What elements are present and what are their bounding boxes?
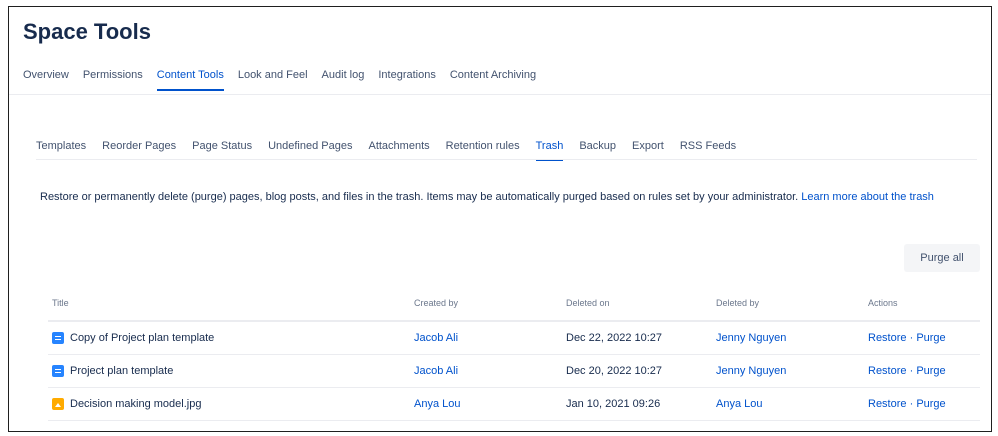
tab-permissions[interactable]: Permissions (83, 69, 143, 91)
subtab-reorder-pages[interactable]: Reorder Pages (102, 140, 176, 161)
learn-more-link[interactable]: Learn more about the trash (801, 191, 934, 203)
action-separator: · (906, 365, 917, 377)
trash-description: Restore or permanently delete (purge) pa… (40, 188, 940, 207)
tab-content-tools[interactable]: Content Tools (156, 69, 224, 91)
subtab-retention-rules[interactable]: Retention rules (446, 140, 520, 161)
header-title: Title (48, 292, 414, 322)
top-tab-divider (9, 94, 991, 95)
table-row: Decision making model.jpg Anya Lou Jan 1… (48, 387, 980, 421)
subtab-rss-feeds[interactable]: RSS Feeds (680, 140, 736, 161)
purge-link[interactable]: Purge (916, 398, 945, 410)
table-row: Project plan template Jacob Ali Dec 20, … (48, 354, 980, 388)
row-title: Project plan template (70, 365, 174, 377)
row-title: Copy of Project plan template (70, 332, 215, 344)
header-actions: Actions (868, 292, 980, 322)
deleted-on-value: Dec 22, 2022 10:27 (566, 321, 716, 355)
subtab-export[interactable]: Export (632, 140, 664, 161)
header-deleted-on: Deleted on (566, 292, 716, 322)
subtab-backup[interactable]: Backup (579, 140, 616, 161)
tab-look-and-feel[interactable]: Look and Feel (238, 69, 308, 91)
deleted-by-link[interactable]: Jenny Nguyen (716, 365, 786, 377)
header-created-by: Created by (414, 292, 566, 322)
row-title: Decision making model.jpg (70, 398, 202, 410)
header-deleted-by: Deleted by (716, 292, 868, 322)
table-header-row: Title Created by Deleted on Deleted by A… (48, 292, 980, 322)
restore-link[interactable]: Restore (868, 365, 907, 377)
created-by-link[interactable]: Jacob Ali (414, 332, 458, 344)
tab-overview[interactable]: Overview (23, 69, 69, 91)
created-by-link[interactable]: Jacob Ali (414, 365, 458, 377)
action-separator: · (906, 398, 917, 410)
purge-link[interactable]: Purge (916, 365, 945, 377)
purge-all-button[interactable]: Purge all (904, 244, 980, 272)
page-icon (52, 332, 64, 344)
table-row: Copy of Project plan template Jacob Ali … (48, 321, 980, 355)
top-tab-bar: Overview Permissions Content Tools Look … (23, 69, 550, 91)
tab-audit-log[interactable]: Audit log (322, 69, 365, 91)
subtab-templates[interactable]: Templates (36, 140, 86, 161)
description-text: Restore or permanently delete (purge) pa… (40, 191, 802, 203)
image-icon (52, 398, 64, 410)
page-title: Space Tools (23, 19, 151, 44)
trash-table: Title Created by Deleted on Deleted by A… (48, 292, 980, 421)
sub-tab-divider (36, 159, 977, 160)
subtab-trash[interactable]: Trash (535, 140, 564, 161)
created-by-link[interactable]: Anya Lou (414, 398, 460, 410)
subtab-page-status[interactable]: Page Status (192, 140, 252, 161)
sub-tab-bar: Templates Reorder Pages Page Status Unde… (36, 140, 752, 161)
tab-integrations[interactable]: Integrations (378, 69, 435, 91)
deleted-by-link[interactable]: Anya Lou (716, 398, 762, 410)
deleted-by-link[interactable]: Jenny Nguyen (716, 332, 786, 344)
subtab-attachments[interactable]: Attachments (368, 140, 429, 161)
subtab-undefined-pages[interactable]: Undefined Pages (268, 140, 352, 161)
space-tools-panel: Space Tools Overview Permissions Content… (8, 6, 992, 432)
action-separator: · (906, 332, 917, 344)
restore-link[interactable]: Restore (868, 332, 907, 344)
page-icon (52, 365, 64, 377)
purge-link[interactable]: Purge (916, 332, 945, 344)
deleted-on-value: Dec 20, 2022 10:27 (566, 354, 716, 388)
restore-link[interactable]: Restore (868, 398, 907, 410)
deleted-on-value: Jan 10, 2021 09:26 (566, 387, 716, 421)
tab-content-archiving[interactable]: Content Archiving (450, 69, 536, 91)
